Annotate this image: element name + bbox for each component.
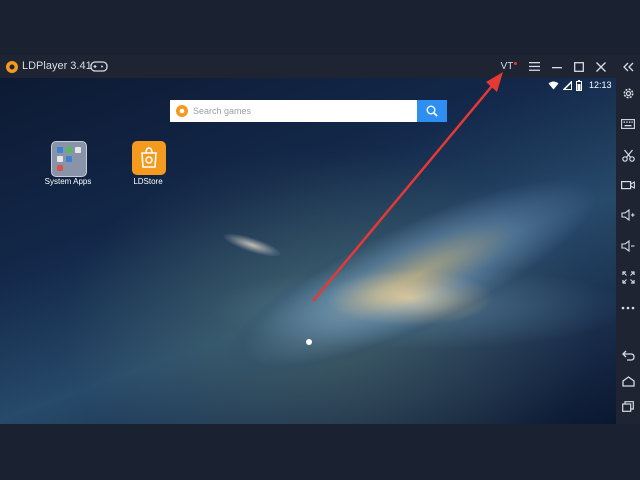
minimize-icon (552, 66, 562, 68)
recent-apps-icon (622, 400, 634, 412)
battery-icon (576, 80, 582, 91)
scissors-icon (621, 149, 635, 162)
status-bar: 12:13 (540, 80, 616, 92)
video-camera-icon (621, 181, 635, 190)
back-button[interactable] (616, 343, 640, 367)
close-icon (596, 61, 606, 72)
galaxy-wallpaper (206, 134, 616, 412)
volume-down-button[interactable] (616, 234, 640, 258)
close-button[interactable] (590, 55, 612, 78)
vt-alert-dot (514, 62, 518, 65)
more-horizontal-icon (621, 306, 635, 310)
record-video-button[interactable] (616, 173, 640, 197)
menu-icon (528, 62, 540, 71)
volume-up-icon (621, 209, 635, 221)
search-input[interactable] (193, 100, 413, 122)
search-button[interactable] (417, 100, 447, 122)
gamepad-icon[interactable] (90, 60, 108, 73)
touch-indicator (306, 339, 312, 345)
keyboard-icon (621, 119, 635, 129)
settings-button[interactable] (616, 81, 640, 105)
collapse-sidebar-button[interactable] (616, 55, 640, 79)
ldplayer-logo-icon (5, 60, 19, 74)
status-time: 12:13 (589, 80, 612, 90)
signal-icon (563, 81, 572, 90)
window-title: LDPlayer 3.41 (22, 60, 92, 72)
ldstore-icon (132, 141, 166, 175)
keyboard-button[interactable] (616, 112, 640, 136)
fullscreen-button[interactable] (616, 265, 640, 289)
wifi-icon (548, 81, 559, 90)
menu-button[interactable] (523, 55, 545, 78)
app-label: LDStore (133, 177, 163, 186)
volume-up-button[interactable] (616, 203, 640, 227)
minimize-button[interactable] (546, 55, 568, 78)
app-ldstore[interactable]: LDStore (108, 141, 188, 191)
maximize-icon (574, 61, 584, 72)
vt-button[interactable]: VT (498, 55, 520, 78)
double-chevron-left-icon (622, 62, 633, 72)
maximize-button[interactable] (568, 55, 590, 78)
gear-icon (623, 88, 633, 98)
recent-apps-button[interactable] (616, 394, 640, 418)
app-system-apps[interactable]: System Apps (28, 141, 108, 191)
back-icon (621, 350, 635, 361)
search-icon (426, 105, 438, 117)
scissors-button[interactable] (616, 143, 640, 167)
volume-down-icon (621, 240, 635, 252)
fullscreen-icon (621, 270, 635, 284)
home-icon (621, 375, 635, 387)
system-apps-icon (51, 141, 87, 177)
home-button[interactable] (616, 369, 640, 393)
small-galaxy (221, 229, 283, 261)
vt-label: VT (500, 61, 514, 72)
android-home-screen[interactable] (0, 78, 616, 424)
app-label: System Apps (44, 177, 92, 186)
ldstore-logo-icon (176, 105, 188, 117)
more-options-button[interactable] (616, 296, 640, 320)
